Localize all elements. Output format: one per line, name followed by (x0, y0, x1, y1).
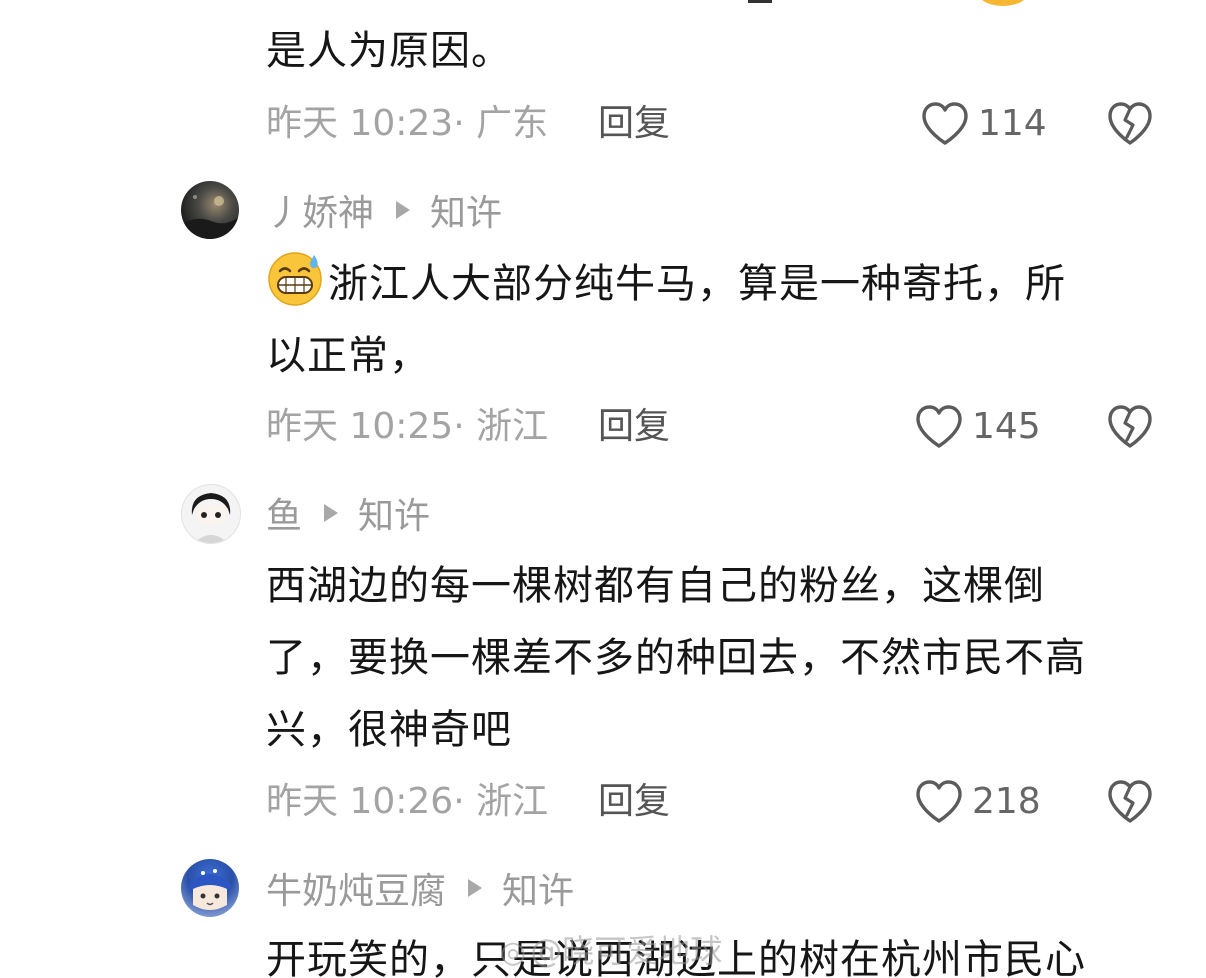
author-name[interactable]: 鱼 (266, 487, 302, 539)
comment-meta: 昨天 10:23· 广东 回复 114 (266, 101, 1166, 147)
comment-text-line: 兴，很神奇吧 (266, 707, 512, 753)
comment-text-line: 了，要换一棵差不多的种回去，不然市民不高 (266, 635, 1086, 681)
comment-timestamp: 昨天 10:23· 广东 (266, 103, 549, 144)
triangle-right-icon (468, 879, 483, 897)
comment-author-line: 牛奶炖豆腐 知许 (266, 866, 574, 912)
comment-text-line: 是人为原因。 (266, 28, 512, 74)
triangle-right-icon (324, 504, 339, 522)
comment-text-line: 浙江人大部分纯牛马，算是一种寄托，所 (266, 248, 1166, 320)
replied-to-name[interactable]: 知许 (358, 487, 430, 539)
reply-button[interactable]: 回复 (598, 101, 670, 147)
previous-emoji-fragment (976, 0, 1030, 6)
comment-text-line: 以正常， (266, 333, 430, 379)
comment-timestamp: 昨天 10:26· 浙江 (266, 781, 549, 822)
triangle-right-icon (396, 201, 411, 219)
comment-author-line: 鱼 知许 (266, 491, 430, 537)
avatar[interactable] (181, 859, 239, 917)
watermark-text: @晓可爱地球 (530, 932, 723, 970)
avatar-image (189, 869, 231, 910)
comment-meta: 昨天 10:25· 浙江 回复 145 (266, 404, 1166, 450)
watermark: ◎ @晓可爱地球 (500, 926, 722, 972)
heart-outline-icon (916, 405, 962, 448)
replied-to-name[interactable]: 知许 (502, 862, 574, 914)
author-name[interactable]: 牛奶炖豆腐 (266, 862, 446, 914)
like-button[interactable]: 145 (914, 404, 1041, 450)
like-count: 218 (972, 781, 1041, 822)
like-button[interactable]: 114 (920, 101, 1047, 147)
grinning-sweat-emoji-icon (268, 252, 322, 306)
avatar[interactable] (181, 181, 239, 239)
previous-content-fragment (748, 0, 772, 3)
like-count: 114 (978, 103, 1047, 144)
comment-text: 浙江人大部分纯牛马，算是一种寄托，所 以正常， (266, 248, 1166, 392)
broken-heart-icon[interactable] (1106, 779, 1154, 825)
like-count: 145 (972, 406, 1041, 447)
heart-outline-icon (916, 780, 962, 823)
heart-outline-icon (922, 102, 968, 145)
comment-text: 是人为原因。 (266, 15, 1166, 87)
avatar-image (191, 493, 231, 543)
comment-meta: 昨天 10:26· 浙江 回复 218 (266, 779, 1166, 825)
broken-heart-icon[interactable] (1106, 404, 1154, 450)
comment-thread: 是人为原因。 昨天 10:23· 广东 回复 114 丿娇神 知许 浙江人大部分… (0, 0, 1206, 978)
avatar[interactable] (181, 484, 241, 544)
comment-text: 西湖边的每一棵树都有自己的粉丝，这棵倒 了，要换一棵差不多的种回去，不然市民不高… (266, 550, 1166, 766)
comment-text-line: 西湖边的每一棵树都有自己的粉丝，这棵倒 (266, 563, 1045, 609)
avatar-image (181, 195, 239, 239)
weibo-logo-icon: ◎ (500, 935, 527, 970)
author-name[interactable]: 丿娇神 (266, 184, 374, 236)
reply-button[interactable]: 回复 (598, 779, 670, 825)
comment-author-line: 丿娇神 知许 (266, 188, 502, 234)
like-button[interactable]: 218 (914, 779, 1041, 825)
broken-heart-icon[interactable] (1106, 101, 1154, 147)
replied-to-name[interactable]: 知许 (430, 184, 502, 236)
reply-button[interactable]: 回复 (598, 404, 670, 450)
comment-timestamp: 昨天 10:25· 浙江 (266, 406, 549, 447)
